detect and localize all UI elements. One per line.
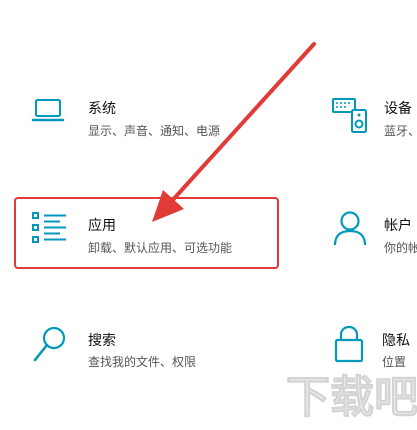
svg-text:下载吧: 下载吧 [286,372,417,423]
watermark-logo: 下载吧 [280,360,417,426]
